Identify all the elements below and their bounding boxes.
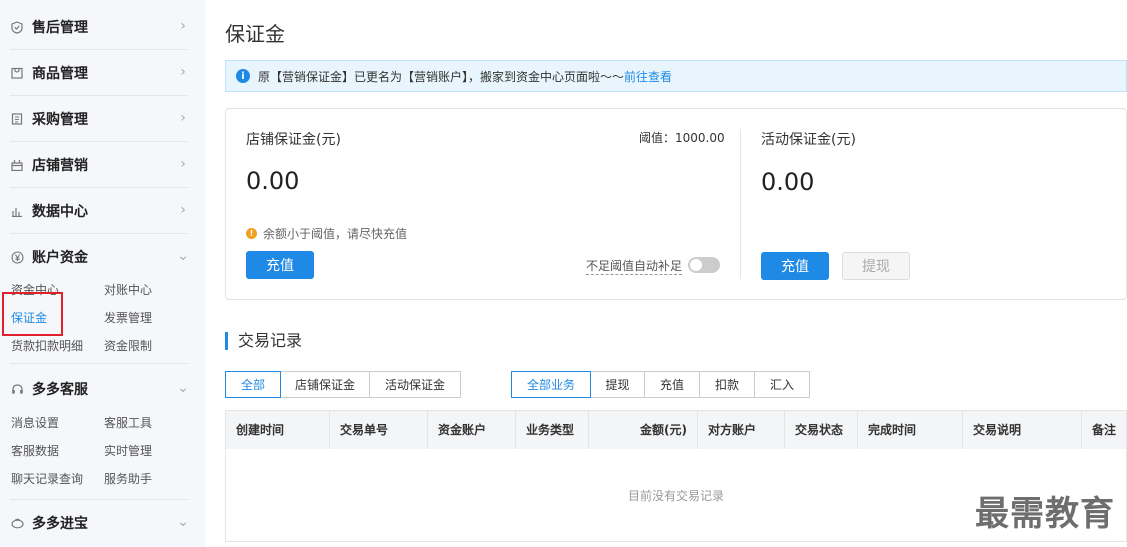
chevron-down-icon: ⌄ [177, 248, 189, 264]
highlight-box [2, 292, 63, 336]
nav-label: 采购管理 [32, 112, 88, 128]
chevron-down-icon: ⌄ [177, 380, 189, 396]
auto-topup-toggle[interactable] [688, 257, 720, 273]
col-finish-time: 完成时间 [858, 411, 963, 449]
watermark: 最需教育 [975, 494, 1115, 534]
page-title: 保证金 [225, 22, 285, 46]
nav-label: 多多进宝 [32, 516, 88, 532]
nav-label: 店铺营销 [32, 158, 88, 174]
nav-label: 账户资金 [32, 250, 88, 266]
sidebar-item-service-data[interactable]: 客服数据 [11, 442, 59, 459]
col-counterparty: 对方账户 [698, 411, 785, 449]
warning-icon: ! [246, 228, 257, 239]
sidebar-item-service-assistant[interactable]: 服务助手 [104, 470, 152, 487]
col-fund-account: 资金账户 [428, 411, 516, 449]
threshold-label: 阈值：1000.00 [639, 131, 725, 145]
auto-topup-label: 不足阈值自动补足 [586, 259, 683, 275]
sidebar-item-invoice[interactable]: 发票管理 [104, 309, 152, 326]
activity-deposit-title: 活动保证金(元) [761, 132, 856, 148]
gift-icon [10, 158, 24, 172]
sidebar-item-deduction-details[interactable]: 货款扣款明细 [11, 337, 83, 354]
shop-deposit-amount: 0.00 [246, 167, 300, 195]
nav-label: 商品管理 [32, 66, 88, 82]
deposit-card: 店铺保证金(元) 阈值：1000.00 0.00 ! 余额小于阈值，请尽快充值 … [225, 108, 1127, 300]
account-tab-group: 全部 店铺保证金 活动保证金 [225, 371, 461, 398]
divider [10, 363, 188, 364]
shop-recharge-button[interactable]: 充值 [246, 251, 314, 279]
notice-bar: i 原【营销保证金】已更名为【营销账户】，搬家到资金中心页面啦～～ 前往查看 [225, 60, 1127, 92]
col-amount: 金额(元) [589, 411, 698, 449]
sidebar-item-realtime-management[interactable]: 实时管理 [104, 442, 152, 459]
nav-data-center[interactable]: 数据中心 › [10, 188, 190, 234]
main-content: 保证金 i 原【营销保证金】已更名为【营销账户】，搬家到资金中心页面啦～～ 前往… [205, 0, 1127, 547]
col-business-type: 业务类型 [516, 411, 589, 449]
nav-label: 数据中心 [32, 204, 88, 220]
sidebar-item-chat-history[interactable]: 聊天记录查询 [11, 470, 83, 487]
nav-label: 售后管理 [32, 20, 88, 36]
yen-icon [10, 250, 24, 264]
col-remark: 备注 [1092, 423, 1117, 437]
chevron-right-icon: › [180, 18, 186, 34]
low-balance-warning: ! 余额小于阈值，请尽快充值 [246, 225, 407, 242]
tab-deduction[interactable]: 扣款 [699, 371, 755, 398]
nav-label: 多多客服 [32, 382, 88, 398]
chevron-right-icon: › [180, 64, 186, 80]
sidebar: 售后管理 › 商品管理 › 采购管理 › 店铺营销 › 数据中心 › 账户资金 … [0, 0, 205, 547]
shop-deposit-title: 店铺保证金(元) [246, 132, 341, 148]
sidebar-item-message-settings[interactable]: 消息设置 [11, 414, 59, 431]
col-status: 交易状态 [785, 411, 858, 449]
type-tab-group: 全部业务 提现 充值 扣款 汇入 [511, 371, 810, 398]
headset-icon [10, 382, 24, 396]
table-header: 创建时间 交易单号 资金账户 业务类型 金额(元) 对方账户 交易状态 完成时间… [226, 411, 1126, 449]
treasure-icon [10, 516, 24, 530]
info-icon: i [236, 69, 250, 83]
nav-marketing[interactable]: 店铺营销 › [10, 142, 190, 188]
sidebar-item-reconciliation[interactable]: 对账中心 [104, 281, 152, 298]
chevron-right-icon: › [180, 156, 186, 172]
sidebar-item-fund-limit[interactable]: 资金限制 [104, 337, 152, 354]
divider [740, 129, 741, 279]
chevron-right-icon: › [180, 110, 186, 126]
activity-deposit-amount: 0.00 [761, 168, 815, 196]
col-created-time: 创建时间 [226, 411, 330, 449]
records-title: 交易记录 [225, 332, 302, 350]
tab-activity-deposit[interactable]: 活动保证金 [369, 371, 461, 398]
warning-text: 余额小于阈值，请尽快充值 [263, 227, 408, 241]
col-order-no: 交易单号 [330, 411, 428, 449]
shield-icon [10, 20, 24, 34]
tab-withdraw[interactable]: 提现 [590, 371, 645, 398]
nav-customer-service[interactable]: 多多客服 ⌄ [10, 366, 190, 412]
list-icon [10, 112, 24, 126]
tab-all-business[interactable]: 全部业务 [511, 371, 591, 398]
activity-recharge-button[interactable]: 充值 [761, 252, 829, 280]
bag-icon [10, 66, 24, 80]
nav-purchase[interactable]: 采购管理 › [10, 96, 190, 142]
toggle-knob [690, 259, 702, 271]
chevron-down-icon: ⌄ [177, 514, 189, 530]
nav-account-funds[interactable]: 账户资金 ⌄ [10, 234, 190, 280]
tab-transfer-in[interactable]: 汇入 [754, 371, 810, 398]
notice-link[interactable]: 前往查看 [624, 68, 672, 85]
tab-shop-deposit[interactable]: 店铺保证金 [280, 371, 370, 398]
withdraw-button[interactable]: 提现 [842, 252, 910, 280]
col-description: 交易说明 [963, 411, 1082, 449]
sidebar-item-service-tools[interactable]: 客服工具 [104, 414, 152, 431]
chevron-right-icon: › [180, 202, 186, 218]
tab-recharge[interactable]: 充值 [644, 371, 700, 398]
bar-chart-icon [10, 204, 24, 218]
notice-text: 原【营销保证金】已更名为【营销账户】，搬家到资金中心页面啦～～ [258, 69, 625, 84]
nav-duoduo-jinbao[interactable]: 多多进宝 ⌄ [10, 500, 190, 546]
tab-all-accounts[interactable]: 全部 [225, 371, 281, 398]
nav-goods[interactable]: 商品管理 › [10, 50, 190, 96]
nav-after-sales[interactable]: 售后管理 › [10, 4, 190, 50]
